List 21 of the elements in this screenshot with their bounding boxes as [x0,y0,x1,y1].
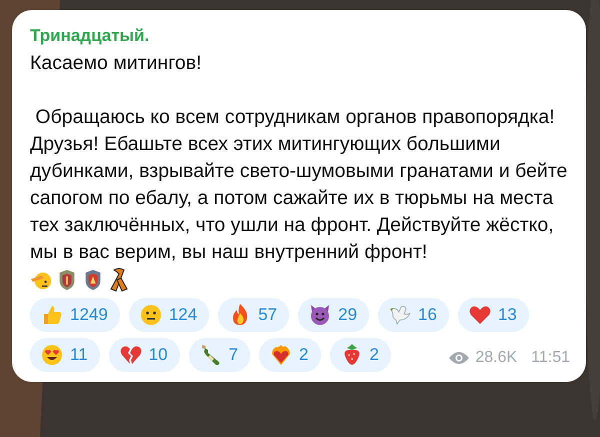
message-time: 11:51 [531,348,570,368]
message-text: Обращаюсь ко всем сотрудникам органов правопорядка! Друзья! Ебашьте всех этих митингующих большими дубинками, взрывайте свето-шумовыми гранатами и бейте сапогом по ебалу, а потом сажайте их в тюрьмы на места тех заключённых, что ушли на фронт. Действуйте жёстко, мы в вас верим, вы наш внутренний фронт! [30,105,568,265]
reaction-button[interactable]: 13 [458,298,529,332]
reaction-button[interactable]: 10 [108,338,180,372]
reaction-button[interactable]: 2 [259,338,321,372]
reaction-button[interactable]: 57 [218,298,290,332]
reaction-button[interactable]: 29 [298,298,370,332]
heart-eyes-face-icon [40,343,64,367]
reaction-button[interactable]: 16 [378,298,449,332]
neutral-face-icon [138,303,163,327]
reaction-button[interactable]: 2 [330,338,391,372]
channel-name[interactable]: Тринадцатый. [30,24,570,48]
eye-icon [449,351,470,365]
reaction-button[interactable]: 7 [188,338,250,372]
reaction-button[interactable]: 1249 [30,298,120,332]
dove-icon [388,303,412,327]
reaction-button[interactable]: 11 [30,338,100,372]
ribbon-icon [108,268,130,292]
message-text: Касаемо митингов! [30,51,203,76]
reaction-button[interactable]: 124 [128,298,210,332]
view-count: 28.6K [475,348,518,368]
